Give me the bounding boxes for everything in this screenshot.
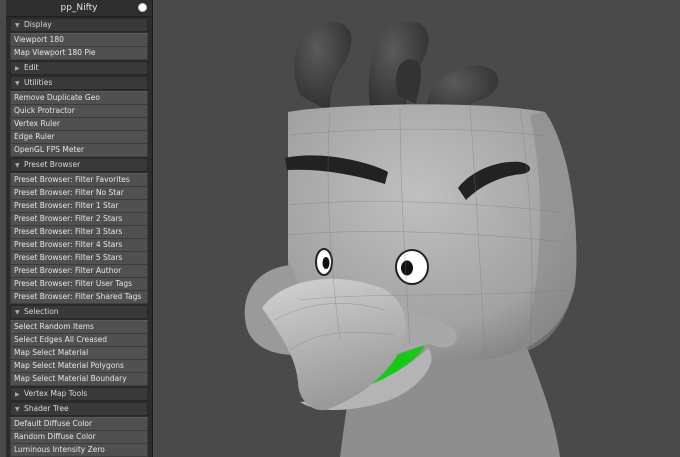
panel-title: pp_Nifty: [60, 3, 98, 13]
tool-luminous-intensity-zero[interactable]: Luminous Intensity Zero: [11, 444, 147, 456]
tool-map-select-material-boundary[interactable]: Map Select Material Boundary: [11, 373, 147, 385]
section-shader-tree[interactable]: ▼ Shader Tree: [10, 402, 148, 416]
tool-map-select-material-polygons[interactable]: Map Select Material Polygons: [11, 360, 147, 373]
section-preset-browser-items: Preset Browser: Filter Favorites Preset …: [10, 173, 148, 304]
expand-arrow-icon: ▼: [15, 22, 20, 29]
panel-radio-button[interactable]: [138, 3, 147, 12]
tool-filter-2-stars[interactable]: Preset Browser: Filter 2 Stars: [11, 213, 147, 226]
tool-remove-duplicate-geo[interactable]: Remove Duplicate Geo: [11, 92, 147, 105]
tool-default-diffuse-color[interactable]: Default Diffuse Color: [11, 418, 147, 431]
tool-filter-3-stars[interactable]: Preset Browser: Filter 3 Stars: [11, 226, 147, 239]
section-utilities[interactable]: ▼ Utilities: [10, 76, 148, 90]
tool-map-select-material[interactable]: Map Select Material: [11, 347, 147, 360]
tool-filter-author[interactable]: Preset Browser: Filter Author: [11, 265, 147, 278]
tool-filter-user-tags[interactable]: Preset Browser: Filter User Tags: [11, 278, 147, 291]
collapse-arrow-icon: ▶: [15, 391, 20, 398]
section-preset-browser[interactable]: ▼ Preset Browser: [10, 158, 148, 172]
tool-edge-ruler[interactable]: Edge Ruler: [11, 131, 147, 144]
tool-filter-favorites[interactable]: Preset Browser: Filter Favorites: [11, 174, 147, 187]
tool-filter-4-stars[interactable]: Preset Browser: Filter 4 Stars: [11, 239, 147, 252]
tool-quick-protractor[interactable]: Quick Protractor: [11, 105, 147, 118]
section-display[interactable]: ▼ Display: [10, 18, 148, 32]
expand-arrow-icon: ▼: [15, 309, 20, 316]
section-edit[interactable]: ▶ Edit: [10, 61, 148, 75]
tool-filter-no-star[interactable]: Preset Browser: Filter No Star: [11, 187, 147, 200]
tool-vertex-ruler[interactable]: Vertex Ruler: [11, 118, 147, 131]
horn-left: [294, 21, 352, 112]
tool-select-random-items[interactable]: Select Random Items: [11, 321, 147, 334]
section-display-items: Viewport 180 Map Viewport 180 Pie: [10, 33, 148, 60]
section-selection-items: Select Random Items Select Edges All Cre…: [10, 320, 148, 386]
section-shader-tree-items: Default Diffuse Color Random Diffuse Col…: [10, 417, 148, 457]
section-selection[interactable]: ▼ Selection: [10, 305, 148, 319]
collapse-arrow-icon: ▶: [15, 65, 20, 72]
panel-title-bar: pp_Nifty: [6, 0, 152, 17]
tool-opengl-fps-meter[interactable]: OpenGL FPS Meter: [11, 144, 147, 156]
expand-arrow-icon: ▼: [15, 406, 20, 413]
tool-random-diffuse-color[interactable]: Random Diffuse Color: [11, 431, 147, 444]
section-vertex-map-tools[interactable]: ▶ Vertex Map Tools: [10, 387, 148, 401]
tool-viewport-180[interactable]: Viewport 180: [11, 34, 147, 47]
tool-panel: pp_Nifty ▼ Display Viewport 180 Map Viewp…: [6, 0, 153, 457]
expand-arrow-icon: ▼: [15, 162, 20, 169]
tool-filter-1-star[interactable]: Preset Browser: Filter 1 Star: [11, 200, 147, 213]
tool-select-edges-all-creased[interactable]: Select Edges All Creased: [11, 334, 147, 347]
expand-arrow-icon: ▼: [15, 80, 20, 87]
tool-filter-shared-tags[interactable]: Preset Browser: Filter Shared Tags: [11, 291, 147, 303]
tool-filter-5-stars[interactable]: Preset Browser: Filter 5 Stars: [11, 252, 147, 265]
tool-map-viewport-180-pie[interactable]: Map Viewport 180 Pie: [11, 47, 147, 59]
section-utilities-items: Remove Duplicate Geo Quick Protractor Ve…: [10, 91, 148, 157]
